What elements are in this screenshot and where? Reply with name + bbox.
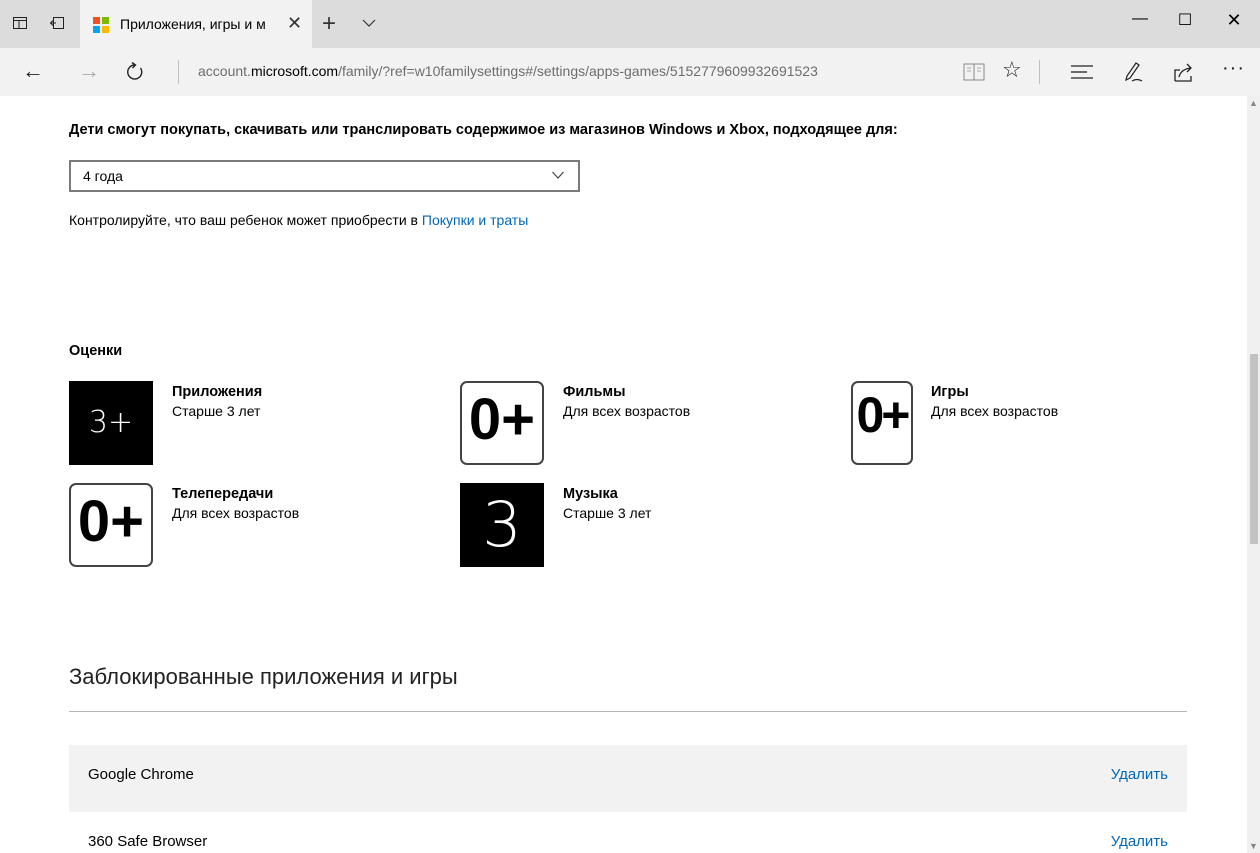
web-note-icon[interactable] [1122, 61, 1144, 83]
remove-button[interactable]: Удалить [1111, 833, 1168, 850]
plus-icon[interactable]: + [322, 10, 336, 38]
app-name: Google Chrome [88, 766, 194, 783]
rating-badge-label: 0+ [468, 387, 536, 452]
rating-badge: 0+ [460, 381, 544, 465]
purchase-heading: Дети смогут покупать, скачивать или тран… [69, 122, 898, 138]
toolbar-separator [1039, 60, 1040, 84]
refresh-icon[interactable] [125, 62, 145, 82]
address-bar[interactable]: account.microsoft.com/family/?ref=w10fam… [198, 63, 818, 79]
title-bar: Приложения, игры и м ✕ + — ☐ ✕ [0, 0, 1260, 48]
star-icon[interactable]: ☆ [1002, 57, 1022, 83]
navigation-bar: ← → account.microsoft.com/family/?ref=w1… [0, 48, 1260, 96]
rating-description: Для всех возрастов [172, 505, 300, 521]
chevron-down-icon [552, 171, 564, 179]
url-domain: microsoft.com [250, 63, 339, 79]
app-name: 360 Safe Browser [88, 833, 208, 850]
age-select[interactable]: 4 года [69, 160, 580, 192]
maximize-button[interactable]: ☐ [1165, 10, 1205, 30]
scroll-up-arrow-icon[interactable]: ▲ [1249, 98, 1258, 108]
page-content: Дети смогут покупать, скачивать или тран… [0, 96, 1247, 853]
forward-arrow-icon[interactable]: → [78, 58, 100, 84]
rating-badge-label: 0+ [77, 489, 145, 554]
rating-badge: 0+ [851, 381, 913, 465]
section-divider [69, 711, 1187, 712]
scroll-down-arrow-icon[interactable]: ▼ [1249, 841, 1258, 851]
list-item: 360 Safe Browser Удалить [69, 812, 1187, 853]
rating-title: Фильмы [563, 384, 626, 400]
remove-button[interactable]: Удалить [1111, 766, 1168, 783]
rating-music[interactable]: 3 Музыка Старше 3 лет [460, 483, 820, 573]
scrollbar[interactable]: ▲ ▼ [1247, 96, 1260, 853]
tab-active[interactable]: Приложения, игры и м ✕ [80, 0, 312, 48]
tab-title: Приложения, игры и м [120, 16, 266, 32]
set-aside-tabs-icon[interactable] [50, 17, 64, 29]
hub-icon[interactable] [1071, 65, 1093, 79]
scrollbar-thumb[interactable] [1250, 354, 1258, 544]
control-text: Контролируйте, что ваш ребенок может при… [69, 212, 528, 228]
rating-description: Для всех возрастов [563, 403, 691, 419]
rating-apps[interactable]: 3+ Приложения Старше 3 лет [69, 381, 429, 471]
rating-badge-label: 3+ [88, 405, 134, 440]
minimize-button[interactable]: — [1120, 10, 1160, 28]
reading-view-icon[interactable] [963, 63, 985, 81]
address-separator [178, 60, 179, 84]
microsoft-logo-icon [93, 17, 109, 33]
rating-badge: 3 [460, 483, 544, 567]
url-prefix: account. [198, 63, 251, 79]
share-icon[interactable] [1172, 61, 1194, 83]
close-window-button[interactable]: ✕ [1214, 10, 1254, 31]
control-text-label: Контролируйте, что ваш ребенок может при… [69, 212, 418, 228]
rating-description: Старше 3 лет [563, 505, 652, 521]
purchases-link[interactable]: Покупки и траты [422, 212, 528, 228]
rating-movies[interactable]: 0+ Фильмы Для всех возрастов [460, 381, 820, 471]
more-icon[interactable]: ··· [1222, 57, 1245, 80]
list-item: Google Chrome Удалить [69, 745, 1187, 812]
rating-title: Приложения [172, 384, 263, 400]
rating-description: Для всех возрастов [931, 403, 1059, 419]
rating-description: Старше 3 лет [172, 403, 261, 419]
rating-title: Музыка [563, 486, 618, 502]
blocked-apps-title: Заблокированные приложения и игры [69, 664, 458, 689]
rating-badge-label: 3 [482, 488, 522, 561]
back-arrow-icon[interactable]: ← [22, 58, 44, 84]
age-select-value: 4 года [83, 168, 123, 184]
rating-title: Игры [931, 384, 969, 400]
rating-title: Телепередачи [172, 486, 274, 502]
rating-badge-label: 0+ [856, 387, 910, 443]
rating-badge: 3+ [69, 381, 153, 465]
url-path: /family/?ref=w10familysettings#/settings… [338, 63, 818, 79]
rating-games[interactable]: 0+ Игры Для всех возрастов [851, 381, 1211, 471]
chevron-down-icon[interactable] [362, 18, 376, 28]
close-icon[interactable]: ✕ [287, 13, 302, 34]
tab-preview-icon[interactable] [13, 17, 27, 29]
rating-badge: 0+ [69, 483, 153, 567]
ratings-title: Оценки [69, 343, 123, 359]
rating-tv[interactable]: 0+ Телепередачи Для всех возрастов [69, 483, 429, 573]
